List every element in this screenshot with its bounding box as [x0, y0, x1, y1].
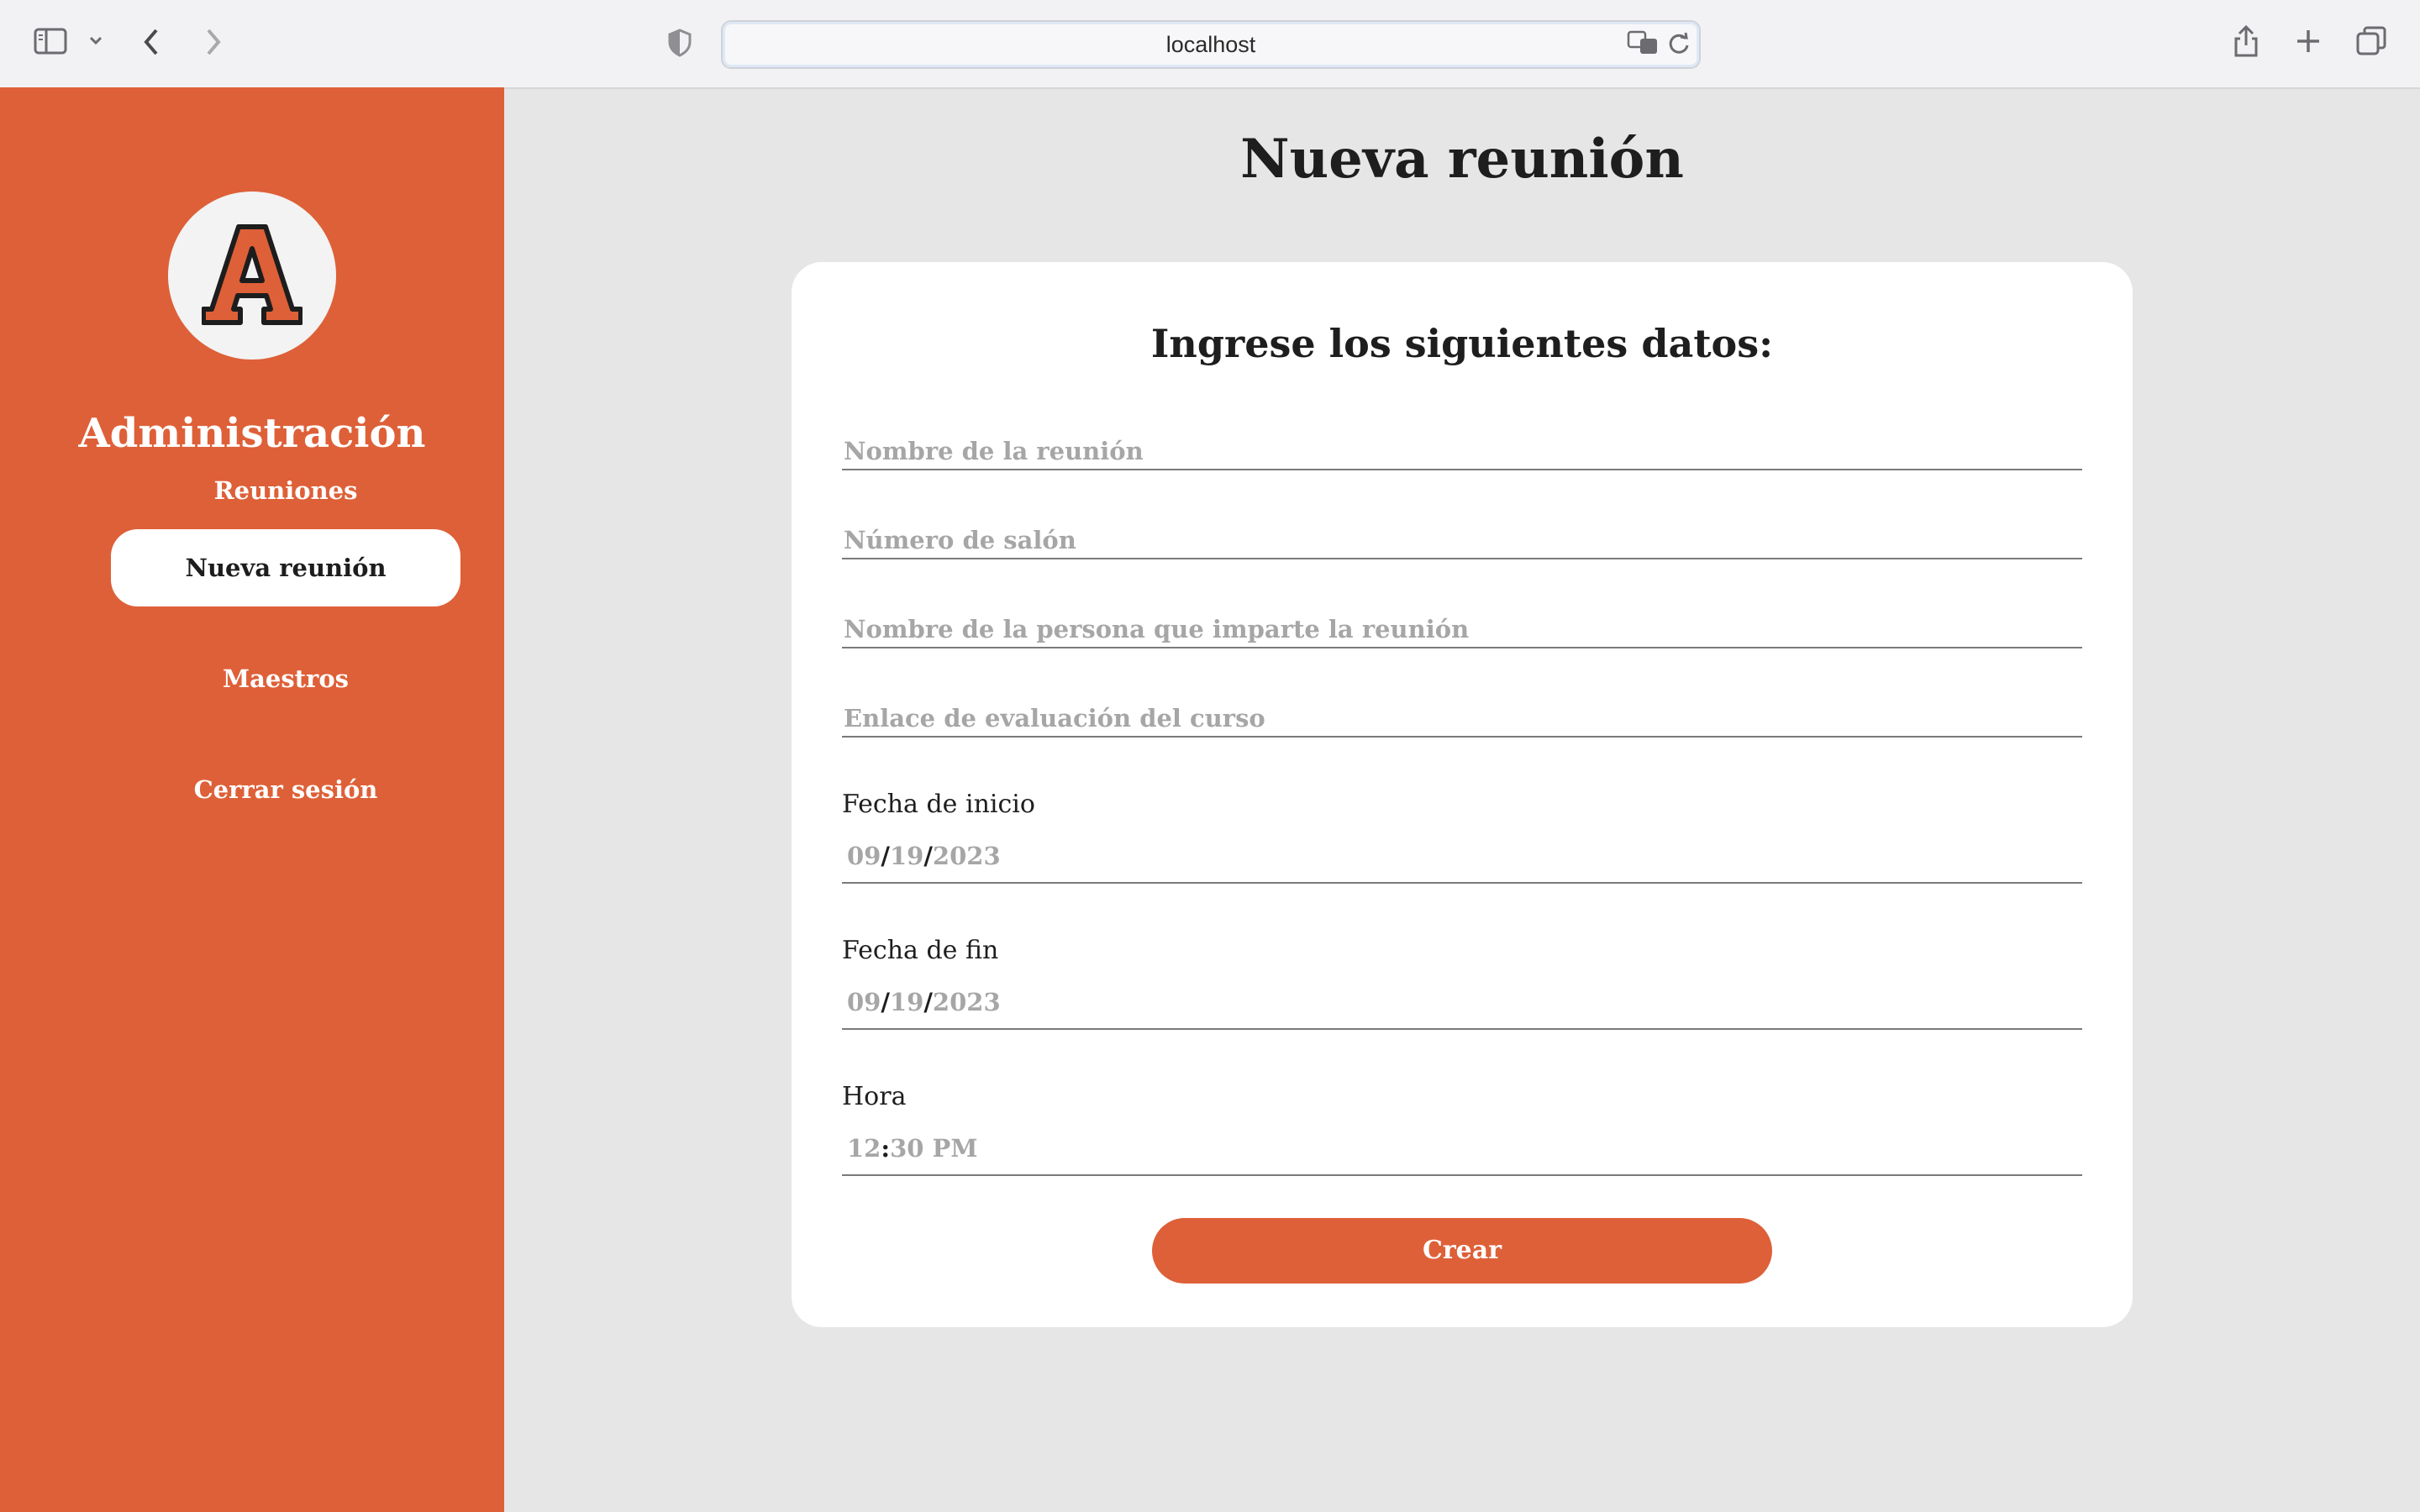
browser-toolbar: localhost: [0, 0, 2420, 89]
page-title: Nueva reunión: [1240, 128, 1684, 191]
host-name-placeholder: Nombre de la persona que imparte la reun…: [844, 615, 1470, 643]
sidebar-title: Administración: [78, 410, 426, 457]
start-date-month[interactable]: 09: [847, 842, 881, 870]
address-bar[interactable]: localhost: [721, 20, 1701, 69]
end-date-month[interactable]: 09: [847, 988, 881, 1016]
time-label: Hora: [842, 1082, 907, 1111]
host-name-input[interactable]: Nombre de la persona que imparte la reun…: [842, 600, 2082, 648]
new-tab-icon[interactable]: [2294, 27, 2323, 60]
sidebar-item-label: Cerrar sesión: [193, 775, 378, 804]
sidebar-item-reuniones[interactable]: Reuniones: [111, 452, 460, 529]
url-text: localhost: [1165, 32, 1256, 57]
privacy-shield-icon[interactable]: [667, 29, 692, 61]
evaluation-link-placeholder: Enlace de evaluación del curso: [844, 704, 1265, 732]
form-title: Ingrese los siguientes datos:: [1150, 321, 1774, 366]
start-date-day[interactable]: 19: [890, 842, 923, 870]
end-date-input[interactable]: 09/19/2023: [847, 988, 1001, 1016]
time-hour[interactable]: 12: [847, 1134, 881, 1163]
sidebar: Administración Reuniones Nueva reunión M…: [0, 87, 504, 1512]
start-date-underline: [842, 882, 2082, 884]
forward-icon[interactable]: [202, 27, 224, 61]
time-underline: [842, 1174, 2082, 1176]
sidebar-item-maestros[interactable]: Maestros: [111, 640, 460, 717]
meeting-name-placeholder: Nombre de la reunión: [844, 437, 1144, 465]
end-date-underline: [842, 1028, 2082, 1030]
end-date-year[interactable]: 2023: [933, 988, 1001, 1016]
sidebar-item-label: Reuniones: [213, 476, 358, 505]
start-date-year[interactable]: 2023: [933, 842, 1001, 870]
end-date-label: Fecha de fin: [842, 936, 999, 965]
sidebar-toggle-icon[interactable]: [34, 27, 67, 60]
sidebar-item-cerrar-sesion[interactable]: Cerrar sesión: [111, 751, 460, 828]
logo-letter-icon: [202, 224, 302, 325]
create-button[interactable]: Crear: [1152, 1218, 1772, 1284]
time-period[interactable]: PM: [933, 1134, 978, 1163]
sidebar-item-label: Nueva reunión: [185, 554, 387, 582]
room-number-placeholder: Número de salón: [844, 526, 1076, 554]
start-date-label: Fecha de inicio: [842, 790, 1035, 819]
sidebar-item-label: Maestros: [222, 664, 349, 693]
share-icon[interactable]: [2232, 24, 2260, 63]
evaluation-link-input[interactable]: Enlace de evaluación del curso: [842, 689, 2082, 738]
tab-overview-icon[interactable]: [2354, 25, 2388, 61]
logo: [168, 192, 336, 360]
time-input[interactable]: 12:30 PM: [847, 1134, 977, 1163]
start-date-input[interactable]: 09/19/2023: [847, 842, 1001, 870]
end-date-day[interactable]: 19: [890, 988, 923, 1016]
time-minute[interactable]: 30: [890, 1134, 923, 1163]
room-number-input[interactable]: Número de salón: [842, 511, 2082, 559]
translate-icon[interactable]: [1627, 30, 1659, 60]
meeting-form-card: Ingrese los siguientes datos: Nombre de …: [792, 262, 2133, 1327]
chevron-down-icon[interactable]: [87, 34, 104, 51]
sidebar-item-nueva-reunion[interactable]: Nueva reunión: [111, 529, 460, 606]
reload-icon[interactable]: [1667, 32, 1691, 60]
back-icon[interactable]: [141, 27, 163, 61]
meeting-name-input[interactable]: Nombre de la reunión: [842, 422, 2082, 470]
